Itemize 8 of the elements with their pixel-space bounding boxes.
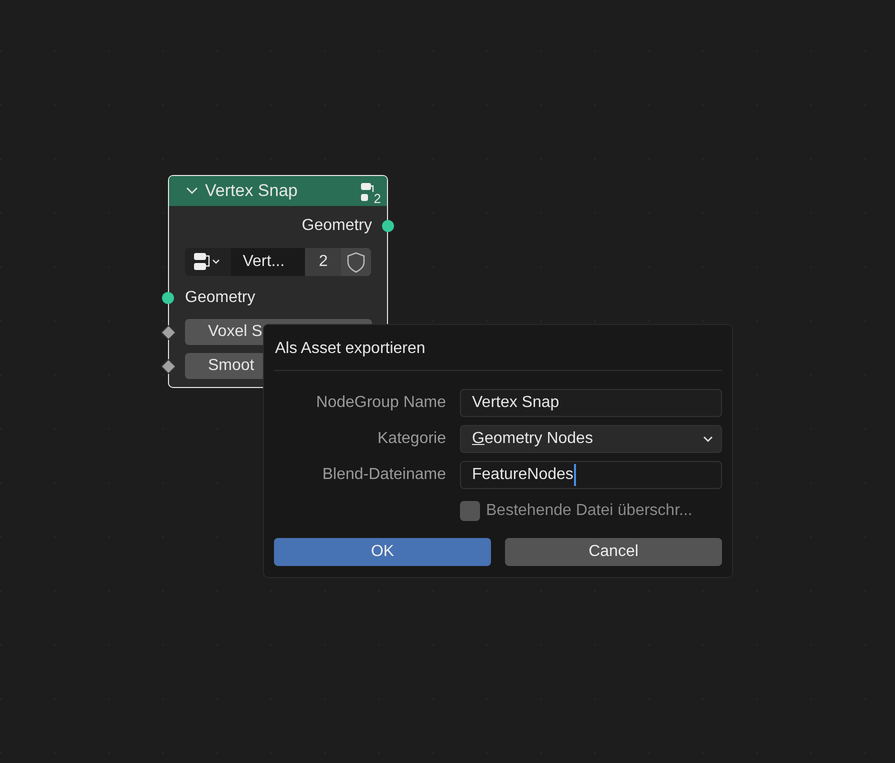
user-count: 2 xyxy=(374,192,381,205)
field-label: NodeGroup Name xyxy=(315,394,447,412)
node-title: Vertex Snap xyxy=(205,181,299,201)
socket-label: Geometry xyxy=(302,217,372,235)
field-label: Kategorie xyxy=(376,430,447,448)
field-label: Blend-Dateiname xyxy=(321,466,447,484)
user-count: 2 xyxy=(305,248,342,276)
socket-label: Geometry xyxy=(185,289,256,307)
